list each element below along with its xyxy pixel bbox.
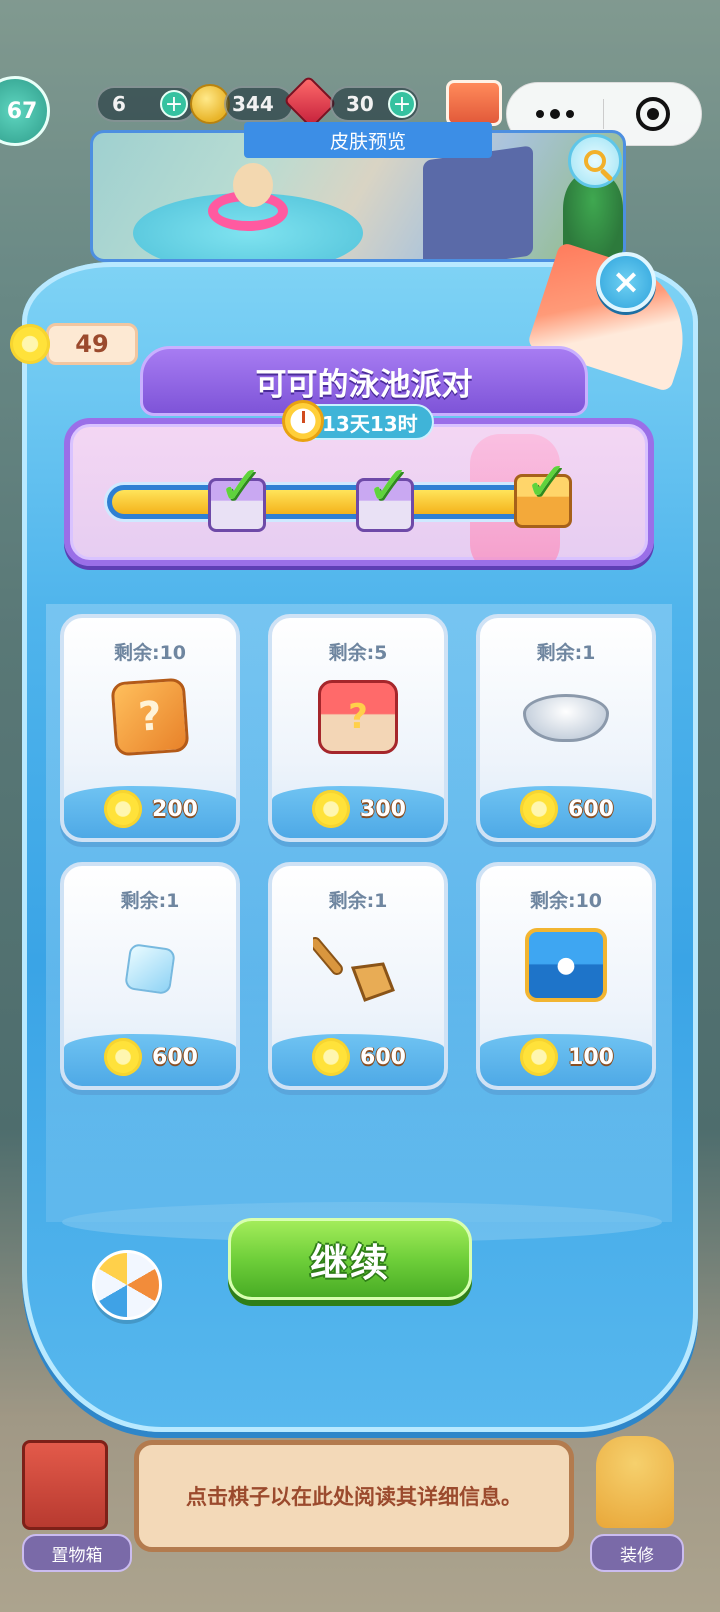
price-value: 200 bbox=[152, 796, 198, 822]
remaining-label: 剩余:1 bbox=[120, 890, 180, 912]
storage-box-icon[interactable] bbox=[22, 1440, 108, 1530]
house-illustration bbox=[423, 145, 533, 259]
decorate-icon[interactable] bbox=[596, 1436, 674, 1528]
beach-ball-decoration bbox=[92, 1250, 162, 1320]
remaining-label: 剩余:10 bbox=[113, 642, 187, 664]
skin-preview-label: 皮肤预览 bbox=[244, 122, 492, 158]
remaining-label: 剩余:1 bbox=[536, 642, 596, 664]
coins-value: 344 bbox=[232, 92, 274, 116]
gems-plus-button[interactable]: + bbox=[388, 90, 416, 118]
magnifier-icon[interactable] bbox=[568, 134, 622, 188]
check-icon: ✓ bbox=[218, 454, 264, 517]
flower-icon bbox=[310, 788, 352, 830]
shop-item-card[interactable]: 剩余:1 600 bbox=[268, 862, 448, 1090]
energy-value: 6 bbox=[112, 92, 126, 116]
more-options-button[interactable] bbox=[507, 109, 603, 119]
price-tag: 200 bbox=[64, 788, 236, 830]
check-icon: ✓ bbox=[524, 450, 570, 513]
gems-value: 30 bbox=[346, 92, 374, 116]
shop-item-card[interactable]: 剩余:5 ? 300 bbox=[268, 614, 448, 842]
price-value: 600 bbox=[568, 796, 614, 822]
price-value: 300 bbox=[360, 796, 406, 822]
continue-button[interactable]: 继续 bbox=[228, 1218, 472, 1300]
remaining-label: 剩余:5 bbox=[328, 642, 388, 664]
piece-info-bar: 点击棋子以在此处阅读其详细信息。 bbox=[134, 1440, 574, 1552]
price-value: 600 bbox=[152, 1044, 198, 1070]
exit-miniprogram-button[interactable] bbox=[604, 97, 701, 131]
energy-plus-button[interactable]: + bbox=[160, 90, 188, 118]
price-tag: 300 bbox=[272, 788, 444, 830]
spatula-icon bbox=[313, 936, 395, 1002]
shop-item-card[interactable]: 剩余:1 600 bbox=[60, 862, 240, 1090]
clock-icon bbox=[282, 400, 324, 442]
target-icon bbox=[635, 97, 670, 131]
remaining-label: 剩余:10 bbox=[529, 890, 603, 912]
flower-icon bbox=[102, 1036, 144, 1078]
flower-icon bbox=[102, 788, 144, 830]
flower-icon bbox=[310, 1036, 352, 1078]
price-tag: 600 bbox=[272, 1036, 444, 1078]
ice-cube-icon bbox=[124, 943, 176, 995]
price-value: 100 bbox=[568, 1044, 614, 1070]
blue-chest-icon: ● bbox=[525, 928, 607, 1002]
shop-item-card[interactable]: 剩余:10 ? 200 bbox=[60, 614, 240, 842]
shop-icon[interactable] bbox=[446, 80, 502, 126]
flower-amount: 49 bbox=[46, 323, 138, 365]
decorate-label[interactable]: 装修 bbox=[590, 1534, 684, 1572]
red-chest-icon: ? bbox=[318, 680, 398, 754]
storage-label[interactable]: 置物箱 bbox=[22, 1534, 132, 1572]
price-tag: 600 bbox=[480, 788, 652, 830]
mystery-box-icon: ? bbox=[110, 677, 190, 757]
price-tag: 600 bbox=[64, 1036, 236, 1078]
flower-icon bbox=[518, 1036, 560, 1078]
close-button[interactable]: × bbox=[596, 252, 656, 312]
price-value: 600 bbox=[360, 1044, 406, 1070]
shop-item-card[interactable]: 剩余:10 ● 100 bbox=[476, 862, 656, 1090]
flower-icon bbox=[6, 320, 54, 368]
flower-currency: 49 bbox=[6, 320, 138, 368]
progress-fill bbox=[112, 490, 536, 514]
check-icon: ✓ bbox=[366, 454, 412, 517]
bowl-icon bbox=[523, 694, 609, 742]
flower-icon bbox=[518, 788, 560, 830]
shop-item-card[interactable]: 剩余:1 600 bbox=[476, 614, 656, 842]
level-value: 67 bbox=[6, 98, 38, 124]
price-tag: 100 bbox=[480, 1036, 652, 1078]
coins-pill: 344 bbox=[224, 86, 294, 122]
remaining-label: 剩余:1 bbox=[328, 890, 388, 912]
dog-illustration bbox=[233, 163, 273, 207]
